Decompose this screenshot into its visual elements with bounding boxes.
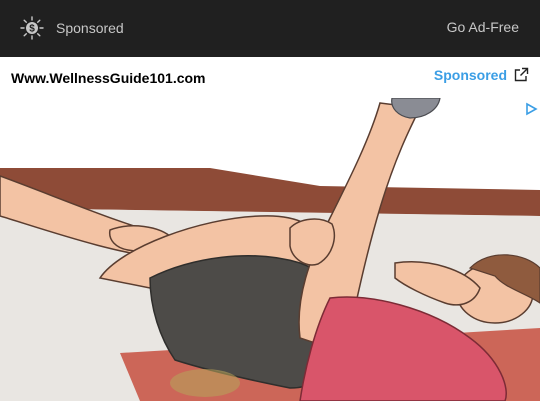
adchoices-icon[interactable] [524,102,538,116]
svg-text:$: $ [29,24,35,35]
ad-site-link[interactable]: Www.WellnessGuide101.com [11,70,206,86]
sponsored-label: Sponsored [56,20,124,36]
sponsored-indicator: $ Sponsored [20,16,124,40]
ad-sponsored-link[interactable]: Sponsored [434,67,529,83]
go-ad-free-button[interactable]: Go Ad-Free [447,19,519,35]
dollar-sparkle-icon: $ [20,16,44,40]
ad-header: Www.WellnessGuide101.com Sponsored [0,57,540,98]
exercise-illustration [0,98,540,401]
top-bar: $ Sponsored Go Ad-Free [0,0,540,57]
ad-sponsored-label: Sponsored [433,67,507,83]
ad-image[interactable] [0,98,540,401]
external-link-icon [514,67,529,82]
